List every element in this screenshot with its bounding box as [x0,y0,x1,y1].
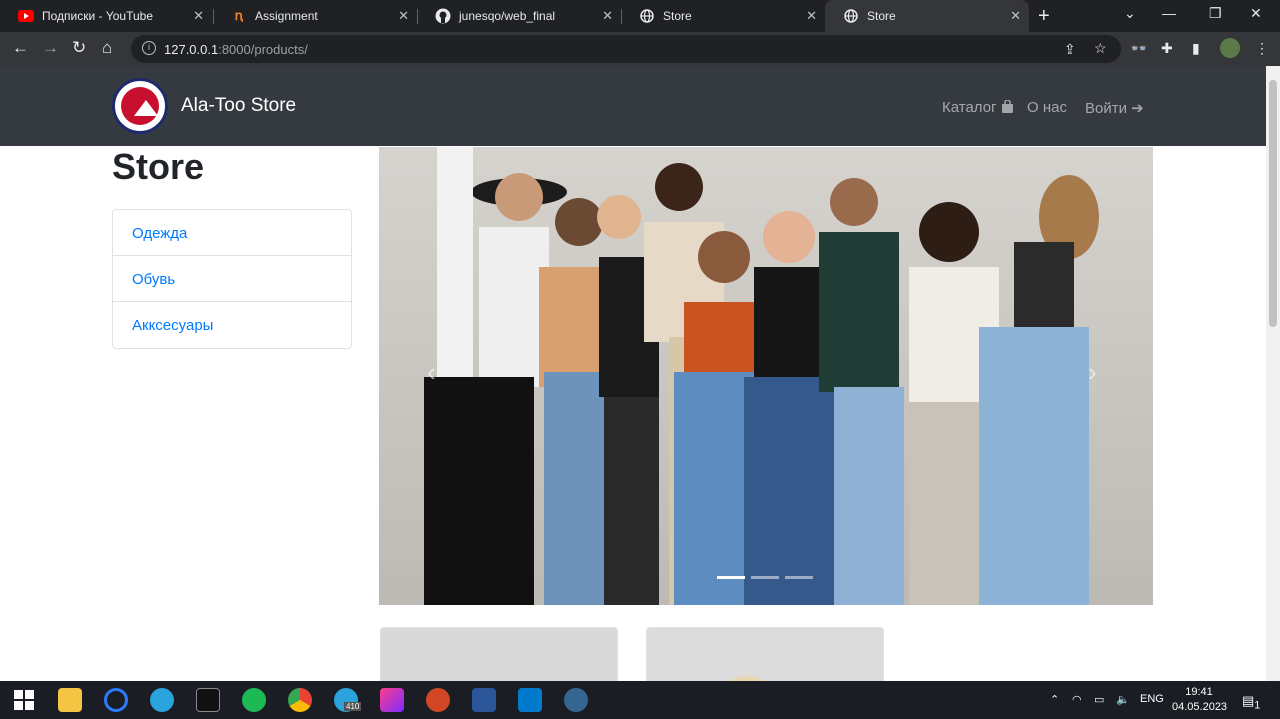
assignment-icon: ꞑ [234,8,244,23]
tab-assignment[interactable]: ꞑ Assignment ✕ [213,0,417,32]
browser-tab-strip: Подписки - YouTube ✕ ꞑ Assignment ✕ june… [0,0,1280,32]
close-icon[interactable]: ✕ [602,8,613,24]
spotify-icon[interactable] [242,688,266,712]
site-navbar: Ala-Too Store Каталог О нас Войти ➔ [0,66,1266,146]
tab-store-active[interactable]: Store ✕ [825,0,1029,32]
tab-title: junesqo/web_final [459,9,556,23]
nav-catalog[interactable]: Каталог [942,99,1014,116]
new-tab-button[interactable]: + [1038,5,1050,28]
carousel-prev-icon[interactable]: ‹ [427,357,436,388]
category-accessories[interactable]: Акксесуары [113,302,351,348]
close-window-button[interactable]: ✕ [1250,5,1262,22]
minimize-button[interactable]: — [1162,5,1176,21]
telegram-icon[interactable] [150,688,174,712]
tab-title: Подписки - YouTube [42,9,154,23]
back-icon[interactable]: ← [12,38,29,58]
telegram-icon[interactable]: 410 [334,688,362,712]
github-icon [435,8,451,24]
bookmark-star-icon[interactable]: ☆ [1094,40,1107,57]
word-icon[interactable] [472,688,496,712]
side-panel-icon[interactable]: ▮ [1192,40,1200,57]
extension-glasses-icon[interactable]: 👓 [1130,40,1147,57]
windows-start-icon[interactable] [12,688,36,712]
close-icon[interactable]: ✕ [193,8,204,24]
product-card[interactable] [646,627,884,681]
ala-too-logo[interactable] [112,78,168,134]
category-shoes[interactable]: Обувь [113,256,351,302]
product-image [381,628,617,681]
carousel-indicator-2[interactable] [751,576,779,579]
address-bar[interactable]: i 127.0.0.1:8000/products/ ⇪ ☆ [131,35,1121,63]
wifi-icon[interactable]: ◠ [1072,693,1082,706]
nav-about[interactable]: О нас [1027,99,1067,116]
shopping-bag-icon [1001,99,1013,113]
web-page: Ala-Too Store Каталог О нас Войти ➔ Stor… [0,66,1266,681]
tab-title: Assignment [255,9,318,23]
chrome-icon[interactable] [288,688,312,712]
powerpoint-icon[interactable] [426,688,450,712]
windows-taskbar: 410 ⌃ ◠ ▭ 🔈 ENG 19:41 04.05.2023 ▤1 [0,681,1280,719]
carousel-indicator-3[interactable] [785,576,813,579]
menu-kebab-icon[interactable]: ⋮ [1255,40,1269,57]
url-text: 127.0.0.1:8000/products/ [164,42,308,57]
tab-github[interactable]: junesqo/web_final ✕ [417,0,621,32]
tab-title: Store [663,9,692,23]
reload-icon[interactable]: ↻ [72,38,86,58]
home-icon[interactable]: ⌂ [102,38,112,58]
carousel-image [379,147,1153,605]
battery-icon[interactable]: ▭ [1094,693,1104,706]
scrollbar-thumb[interactable] [1269,80,1277,327]
extensions-puzzle-icon[interactable]: ✚ [1161,40,1173,57]
brand-name[interactable]: Ala-Too Store [181,95,296,117]
close-icon[interactable]: ✕ [1010,8,1021,24]
profile-avatar[interactable] [1220,38,1240,58]
notification-icon[interactable]: ▤1 [1242,693,1260,712]
volume-icon[interactable]: 🔈 [1116,693,1130,706]
tab-title: Store [867,9,896,23]
product-image [647,628,883,681]
close-icon[interactable]: ✕ [806,8,817,24]
chevron-up-icon[interactable]: ⌃ [1050,693,1059,706]
nav-login[interactable]: Войти ➔ [1085,99,1144,117]
category-list: Одежда Обувь Акксесуары [112,209,352,349]
product-card[interactable] [380,627,618,681]
system-clock[interactable]: 19:41 04.05.2023 [1172,685,1227,715]
globe-icon [639,8,655,24]
language-indicator[interactable]: ENG [1140,693,1164,705]
carousel-next-icon[interactable]: › [1088,357,1097,388]
file-explorer-icon[interactable] [58,688,82,712]
page-scrollbar[interactable] [1266,66,1280,681]
postgresql-icon[interactable] [564,688,588,712]
carousel-indicator-1[interactable] [717,576,745,579]
page-title: Store [112,146,205,187]
info-icon[interactable]: i [142,41,156,55]
jetbrains-icon[interactable] [380,688,404,712]
tab-youtube[interactable]: Подписки - YouTube ✕ [0,0,212,32]
tab-store[interactable]: Store ✕ [621,0,825,32]
browser-toolbar: ← → ↻ ⌂ i 127.0.0.1:8000/products/ ⇪ ☆ 👓… [0,32,1280,66]
restore-button[interactable]: ❐ [1209,5,1222,22]
close-icon[interactable]: ✕ [398,8,409,24]
category-clothing[interactable]: Одежда [113,210,351,256]
forward-icon[interactable]: → [42,38,59,58]
share-icon[interactable]: ⇪ [1064,41,1076,58]
hero-carousel[interactable]: ‹ › [379,147,1153,605]
youtube-icon [18,8,34,24]
globe-icon [843,8,859,24]
tab-search-icon[interactable]: ⌄ [1124,5,1136,22]
terminal-icon[interactable] [196,688,220,712]
sign-in-icon: ➔ [1131,100,1144,117]
vscode-icon[interactable] [518,688,542,712]
todo-icon[interactable] [104,688,128,712]
